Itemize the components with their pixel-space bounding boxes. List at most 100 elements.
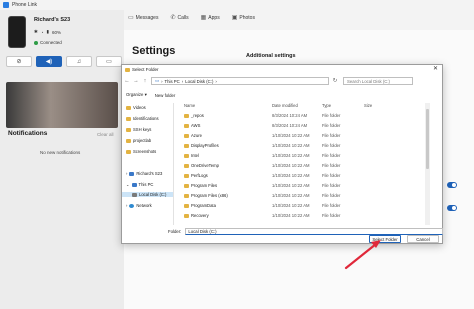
cancel-button[interactable]: Cancel — [407, 235, 439, 243]
connected-indicator-icon — [34, 40, 38, 45]
tree-item-screenshots[interactable]: Screenshots — [126, 149, 156, 154]
connection-label: Connected — [40, 40, 62, 45]
file-row[interactable]: Program Files (x86) 1/10/2024 10:22 AM Fil… — [178, 193, 418, 201]
file-row[interactable]: Intel 1/10/2024 10:22 AM File folder — [178, 153, 418, 161]
file-name-label: Intel — [191, 153, 199, 158]
file-name: DisplayProfiles — [184, 143, 219, 148]
notifications-heading: Notifications — [8, 130, 48, 137]
select-folder-button[interactable]: Select Folder — [369, 235, 401, 243]
setting-toggle[interactable] — [447, 205, 457, 211]
folder-input[interactable]: Local Disk (C:) — [185, 228, 444, 235]
phone-screen-button[interactable]: ▭ — [96, 56, 122, 67]
organize-button[interactable]: Organize ▾ — [126, 92, 147, 98]
column-header-date[interactable]: Date modified — [272, 103, 298, 108]
tree-item-local-disk[interactable]: Local Disk (C:) — [122, 192, 173, 197]
tab-messages[interactable]: ▭ Messages — [128, 14, 158, 22]
folder-icon — [126, 116, 131, 121]
tree-label: Network — [136, 203, 152, 208]
file-name-label: Recovery — [191, 213, 209, 218]
tree-item-projectlab[interactable]: projectlab — [126, 138, 151, 143]
scrollbar-thumb[interactable] — [426, 109, 429, 169]
column-header-name[interactable]: Name — [184, 103, 195, 108]
search-input[interactable]: Search Local Disk (C:) — [343, 77, 413, 85]
tree-item-phone[interactable]: › Richard's S23 — [126, 171, 162, 176]
tab-photos[interactable]: ▣ Photos — [232, 14, 255, 22]
file-date: 1/10/2024 10:22 AM — [272, 193, 310, 198]
signal-icon: ▮ — [46, 29, 49, 34]
file-type: File folder — [322, 123, 341, 128]
forward-arrow-icon[interactable]: → — [133, 78, 139, 84]
folder-icon — [126, 105, 131, 110]
file-date: 8/3/2024 10:24 AM — [272, 123, 308, 128]
setting-toggle[interactable] — [447, 182, 457, 188]
network-icon — [129, 203, 135, 208]
file-row[interactable]: Azure 1/10/2024 10:22 AM File folder — [178, 133, 418, 141]
file-name: Azure — [184, 133, 202, 138]
additional-settings-heading: Additional settings — [246, 53, 296, 59]
file-type: File folder — [322, 173, 341, 178]
tree-item-ssh-keys[interactable]: SSH keys — [126, 127, 151, 132]
file-row[interactable]: AWS 8/3/2024 10:24 AM File folder — [178, 123, 418, 131]
quick-actions: ⊘ ◀) ♫ ▭ — [6, 56, 122, 67]
phone-image — [8, 16, 26, 48]
tab-calls[interactable]: ✆ Calls — [170, 14, 189, 22]
file-row[interactable]: PerfLogs 1/10/2024 10:22 AM File folder — [178, 173, 418, 181]
folder-icon — [126, 149, 131, 154]
folder-icon — [184, 113, 189, 118]
phone-icon — [129, 171, 135, 176]
phone-link-logo-icon — [3, 2, 9, 8]
disk-icon — [132, 192, 137, 197]
tree-label: Identifications — [133, 116, 159, 121]
wifi-icon: ◔ — [40, 29, 44, 35]
app-title: Phone Link — [12, 2, 38, 8]
tab-apps[interactable]: ▦ Apps — [201, 14, 220, 22]
file-list-scrollbar[interactable] — [425, 103, 430, 225]
calls-icon: ✆ — [170, 15, 176, 21]
tree-item-identifications[interactable]: Identifications — [126, 116, 159, 121]
column-header-type[interactable]: Type — [322, 103, 331, 108]
tree-item-network[interactable]: › Network — [126, 203, 152, 208]
chevron-right-icon: › — [126, 203, 128, 208]
breadcrumb-item[interactable]: This PC — [165, 79, 180, 84]
up-arrow-icon[interactable]: ↑ — [142, 78, 148, 84]
tree-label: Screenshots — [133, 149, 157, 154]
file-row[interactable]: OneDriveTemp 1/10/2024 10:22 AM File folde… — [178, 163, 418, 171]
close-icon[interactable]: ✕ — [433, 65, 438, 72]
back-arrow-icon[interactable]: ← — [124, 78, 130, 84]
tree-item-this-pc[interactable]: ⌄ This PC — [126, 182, 153, 187]
recent-photos[interactable] — [6, 82, 118, 128]
file-type: File folder — [322, 163, 341, 168]
select-folder-dialog: Select Folder ✕ ← → ↑ ▭ › This PC › Loca… — [121, 64, 444, 244]
chevron-down-icon: ⌄ — [126, 182, 130, 187]
do-not-disturb-button[interactable]: ⊘ — [6, 56, 32, 67]
file-name-label: ProgramData — [191, 203, 216, 208]
search-placeholder: Search Local Disk (C:) — [347, 78, 390, 84]
folder-icon — [184, 133, 189, 138]
address-bar[interactable]: ▭ › This PC › Local Disk (C:) › — [151, 77, 329, 85]
file-date: 1/10/2024 10:22 AM — [272, 213, 310, 218]
folder-icon — [184, 213, 189, 218]
music-button[interactable]: ♫ — [66, 56, 92, 67]
tree-item-videos[interactable]: Videos — [126, 105, 146, 110]
tab-label: Calls — [177, 14, 189, 21]
file-row[interactable]: ProgramData 1/10/2024 10:22 AM File folder — [178, 203, 418, 211]
clear-all-link[interactable]: Clear all — [97, 132, 114, 137]
file-row[interactable]: Program Files 1/10/2024 10:22 AM File fold… — [178, 183, 418, 191]
sound-button[interactable]: ◀) — [36, 56, 62, 67]
file-row[interactable]: DisplayProfiles 1/10/2024 10:22 AM File fo… — [178, 143, 418, 151]
column-header-size[interactable]: Size — [364, 103, 372, 108]
pc-icon: ▭ — [155, 78, 160, 83]
file-row[interactable]: Recovery 1/10/2024 10:22 AM File folder — [178, 213, 418, 221]
dialog-title: Select Folder — [132, 67, 159, 72]
file-name-label: Azure — [191, 133, 202, 138]
breadcrumb-item[interactable]: Local Disk (C:) — [185, 79, 213, 84]
file-date: 1/10/2024 10:22 AM — [272, 133, 310, 138]
file-row[interactable]: _repos 8/3/2024 10:24 AM File folder — [178, 113, 418, 121]
refresh-icon[interactable]: ↻ — [332, 78, 338, 84]
device-name[interactable]: Richard's S23 — [34, 17, 70, 23]
new-folder-button[interactable]: New folder — [155, 93, 176, 98]
file-type: File folder — [322, 113, 341, 118]
folder-icon — [184, 203, 189, 208]
file-name: Intel — [184, 153, 199, 158]
file-type: File folder — [322, 133, 341, 138]
